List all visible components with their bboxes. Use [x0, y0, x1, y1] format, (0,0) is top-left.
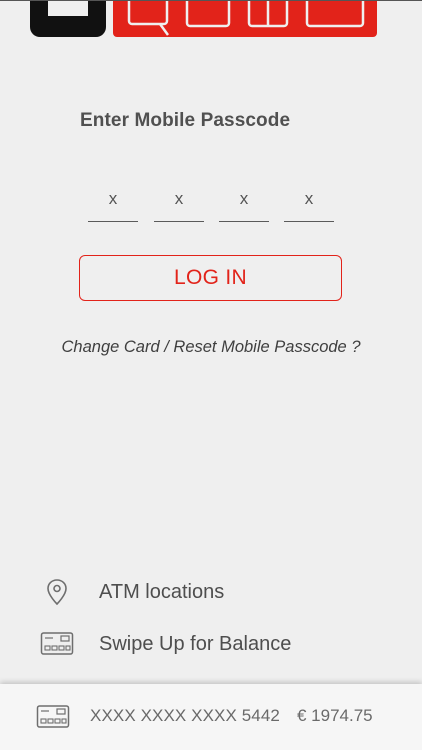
pin-digit-3[interactable]: [219, 182, 269, 222]
map-pin-icon: [40, 575, 74, 609]
reset-passcode-link[interactable]: Change Card / Reset Mobile Passcode ?: [0, 338, 422, 357]
passcode-title: Enter Mobile Passcode: [80, 110, 291, 131]
card-icon: [40, 627, 74, 661]
pin-digit-4[interactable]: [284, 182, 334, 222]
swipe-balance-link[interactable]: Swipe Up for Balance: [40, 627, 380, 661]
card-icon: [36, 703, 70, 731]
balance-bar[interactable]: XXXX XXXX XXXX 5442 € 1974.75: [0, 684, 422, 750]
atm-locations-link[interactable]: ATM locations: [40, 575, 380, 609]
card-balance: € 1974.75: [297, 706, 373, 725]
atm-locations-label: ATM locations: [99, 580, 225, 603]
pin-digit-2[interactable]: [154, 182, 204, 222]
login-button[interactable]: LOG IN: [79, 255, 342, 301]
logo-graphic: [0, 0, 422, 37]
pin-digit-1[interactable]: [88, 182, 138, 222]
app-logo: [0, 0, 422, 40]
card-number: XXXX XXXX XXXX 5442: [90, 706, 280, 725]
swipe-balance-label: Swipe Up for Balance: [99, 632, 292, 655]
